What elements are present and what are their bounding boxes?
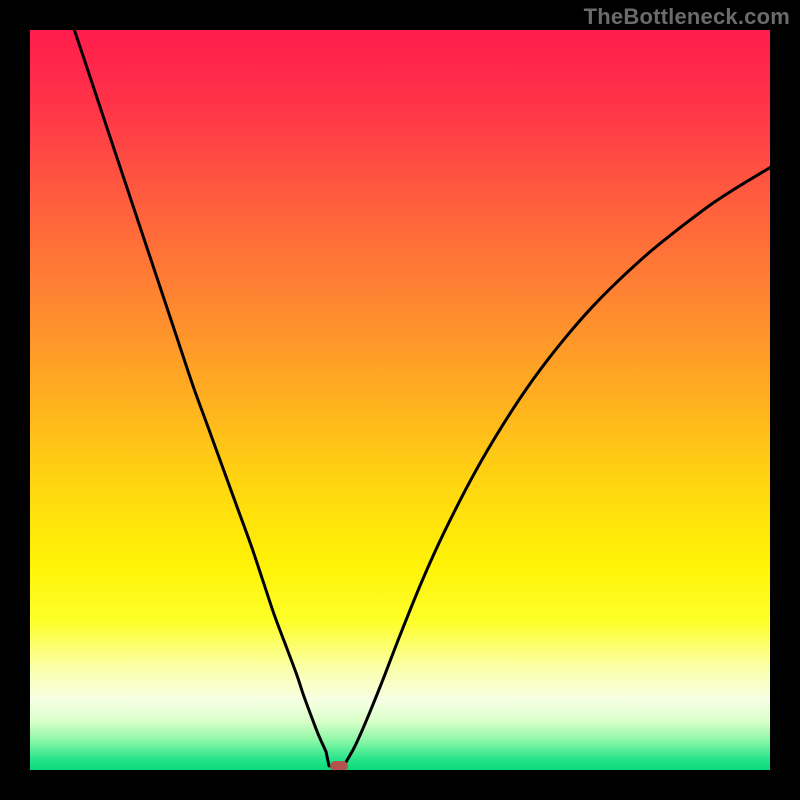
chart-frame: TheBottleneck.com bbox=[0, 0, 800, 800]
watermark-text: TheBottleneck.com bbox=[584, 4, 790, 30]
plot-area bbox=[30, 30, 770, 770]
curve-layer bbox=[30, 30, 770, 770]
bottleneck-curve bbox=[74, 30, 770, 766]
minimum-marker bbox=[330, 761, 348, 770]
